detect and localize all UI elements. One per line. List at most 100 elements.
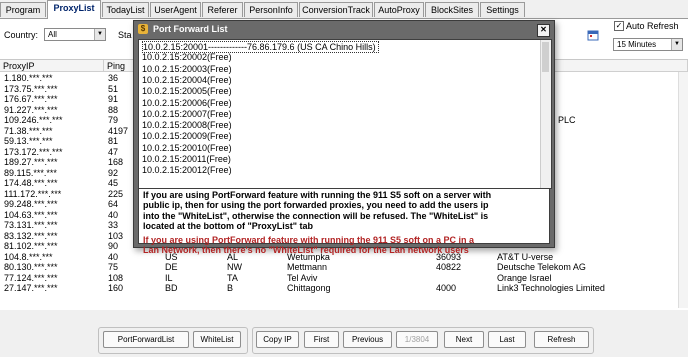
cell-city: Tel Aviv [287,272,318,283]
cell-ip: 111.172.***.*** [4,188,62,199]
chevron-down-icon: ▼ [94,29,105,40]
cell-ip: 77.124.***.*** [4,272,58,283]
tab-bar: Program ProxyList TodayList UserAgent Refere… [0,0,688,19]
cell-ping: 45 [108,178,119,188]
cell-ip: 89.115.***.*** [4,167,57,178]
cell-ip: 71.38.***.*** [4,125,53,136]
tab-blocksites[interactable]: BlockSites [425,2,479,17]
tab-useragent[interactable]: UserAgent [150,2,201,17]
white-list-button[interactable]: WhiteList [193,331,241,348]
cell-ip: 174.48.***.*** [4,178,58,188]
cell-ping: 90 [108,241,119,251]
port-forward-item[interactable]: 10.0.2.15:20007(Free) [142,109,232,119]
close-icon[interactable]: ✕ [537,24,550,37]
refresh-interval-value: 15 Minutes [617,40,657,49]
cell-ping: 168 [108,157,124,167]
next-page-button[interactable]: Next [444,331,484,348]
cell-ip: 189.27.***.*** [4,157,58,167]
message-line: public ip, then for using the port forwa… [143,200,489,211]
port-forward-item[interactable]: 10.0.2.15:20004(Free) [142,75,232,85]
cell-ping: 108 [108,272,124,283]
dialog-title: Port Forward List [153,24,228,34]
chevron-down-icon: ▼ [671,39,682,50]
country-label: Country: [4,30,39,40]
cell-ping: 79 [108,115,119,125]
table-row[interactable]: 77.124.***.*** 108 IL TA Tel Aviv Orange Isra… [0,273,688,284]
tab-conversiontrack[interactable]: ConversionTrack [299,2,373,17]
port-forward-item[interactable]: 10.0.2.15:20009(Free) [142,131,232,141]
cell-ip: 83.132.***.*** [4,230,58,241]
scrollbar-thumb[interactable] [542,42,549,72]
column-header-proxyip[interactable]: ProxyIP [0,60,104,72]
auto-refresh-checkbox[interactable]: ✓ [614,21,624,31]
message-line: located at the bottom of "ProxyList" tab [143,221,314,232]
refresh-interval-select[interactable]: 15 Minutes ▼ [613,38,683,51]
port-forward-item[interactable]: 10.0.2.15:20010(Free) [142,143,232,153]
cell-r: B [227,283,234,293]
pager-bar: PortForwardList WhiteList Copy IP First … [0,310,688,357]
tab-autoproxy[interactable]: AutoProxy [374,2,424,17]
cell-ip: 27.147.***.*** [4,283,58,293]
copy-ip-button[interactable]: Copy IP [256,331,299,348]
cell-zip: 40822 [436,262,462,272]
tab-todaylist[interactable]: TodayList [102,2,149,17]
port-forward-dialog: $ Port Forward List ✕ 10.0.2.15:20001---… [133,20,555,255]
message-line: If you are using PortForward feature wit… [143,234,475,245]
port-forward-item[interactable]: 10.0.2.15:20001-------------76.86.179.6 … [142,41,379,53]
cell-isp: Deutsche Telekom AG [497,262,586,272]
cell-c: IL [165,272,173,283]
cell-ping: 81 [108,136,119,146]
tab-program[interactable]: Program [0,2,46,17]
cell-ping: 33 [108,220,119,230]
cell-c: BD [165,283,178,293]
cell-ping: 64 [108,199,119,209]
port-forward-item[interactable]: 10.0.2.15:20008(Free) [142,120,232,130]
cell-ping: 40 [108,251,119,262]
cell-ip: 80.130.***.*** [4,262,58,272]
cell-ping: 4197 [108,125,129,136]
cell-isp: Orange Israel [497,272,552,283]
cell-ping: 47 [108,146,119,157]
port-forward-list-button[interactable]: PortForwardList [103,331,189,348]
table-scrollbar[interactable] [678,72,688,308]
cell-ip: 176.67.***.*** [4,94,58,104]
whitelist-note: If you are using PortForward feature wit… [143,190,545,232]
port-forward-item[interactable]: 10.0.2.15:20003(Free) [142,64,232,74]
state-label: Sta [118,30,132,40]
previous-page-button[interactable]: Previous [343,331,392,348]
cell-ping: 91 [108,94,119,104]
listbox-scrollbar[interactable] [540,40,551,188]
cell-ping: 75 [108,262,119,272]
calendar-icon[interactable] [587,29,599,41]
last-page-button[interactable]: Last [488,331,526,348]
table-row[interactable]: 27.147.***.*** 160 BD B Chittagong 4000 Link3 … [0,283,688,294]
table-row[interactable]: 80.130.***.*** 75 DE NW Mettmann 40822 Deutsch… [0,262,688,273]
dialog-title-bar[interactable]: $ Port Forward List ✕ [134,21,554,38]
cell-ping: 36 [108,73,119,83]
column-header-ping[interactable]: Ping [104,60,134,72]
lan-note: If you are using PortForward feature wit… [143,235,545,256]
tab-personinfo[interactable]: PersonInfo [244,2,298,17]
cell-ping: 103 [108,230,124,241]
country-select[interactable]: All ▼ [44,28,106,41]
cell-ip: 99.248.***.*** [4,199,58,209]
cell-city: Chittagong [287,283,331,293]
tab-referer[interactable]: Referer [202,2,243,17]
port-forward-item[interactable]: 10.0.2.15:20005(Free) [142,86,232,96]
cell-ip: 109.246.***.*** [4,115,63,125]
tab-settings[interactable]: Settings [480,2,525,17]
port-forward-item[interactable]: 10.0.2.15:20011(Free) [142,154,231,164]
port-forward-item[interactable]: 10.0.2.15:20002(Free) [142,52,232,62]
port-forward-item[interactable]: 10.0.2.15:20012(Free) [142,165,232,175]
cell-ip: 173.75.***.*** [4,83,58,94]
port-forward-listbox[interactable]: 10.0.2.15:20001-------------76.86.179.6 … [138,39,552,189]
tab-proxylist[interactable]: ProxyList [47,0,101,19]
cell-ip: 81.102.***.*** [4,241,58,251]
page-indicator: 1/3804 [396,331,438,348]
refresh-button[interactable]: Refresh [534,331,589,348]
cell-ping: 51 [108,83,119,94]
message-line: into the "WhiteList", otherwise the conn… [143,210,489,221]
cell-ping: 88 [108,104,119,115]
first-page-button[interactable]: First [304,331,339,348]
port-forward-item[interactable]: 10.0.2.15:20006(Free) [142,98,232,108]
